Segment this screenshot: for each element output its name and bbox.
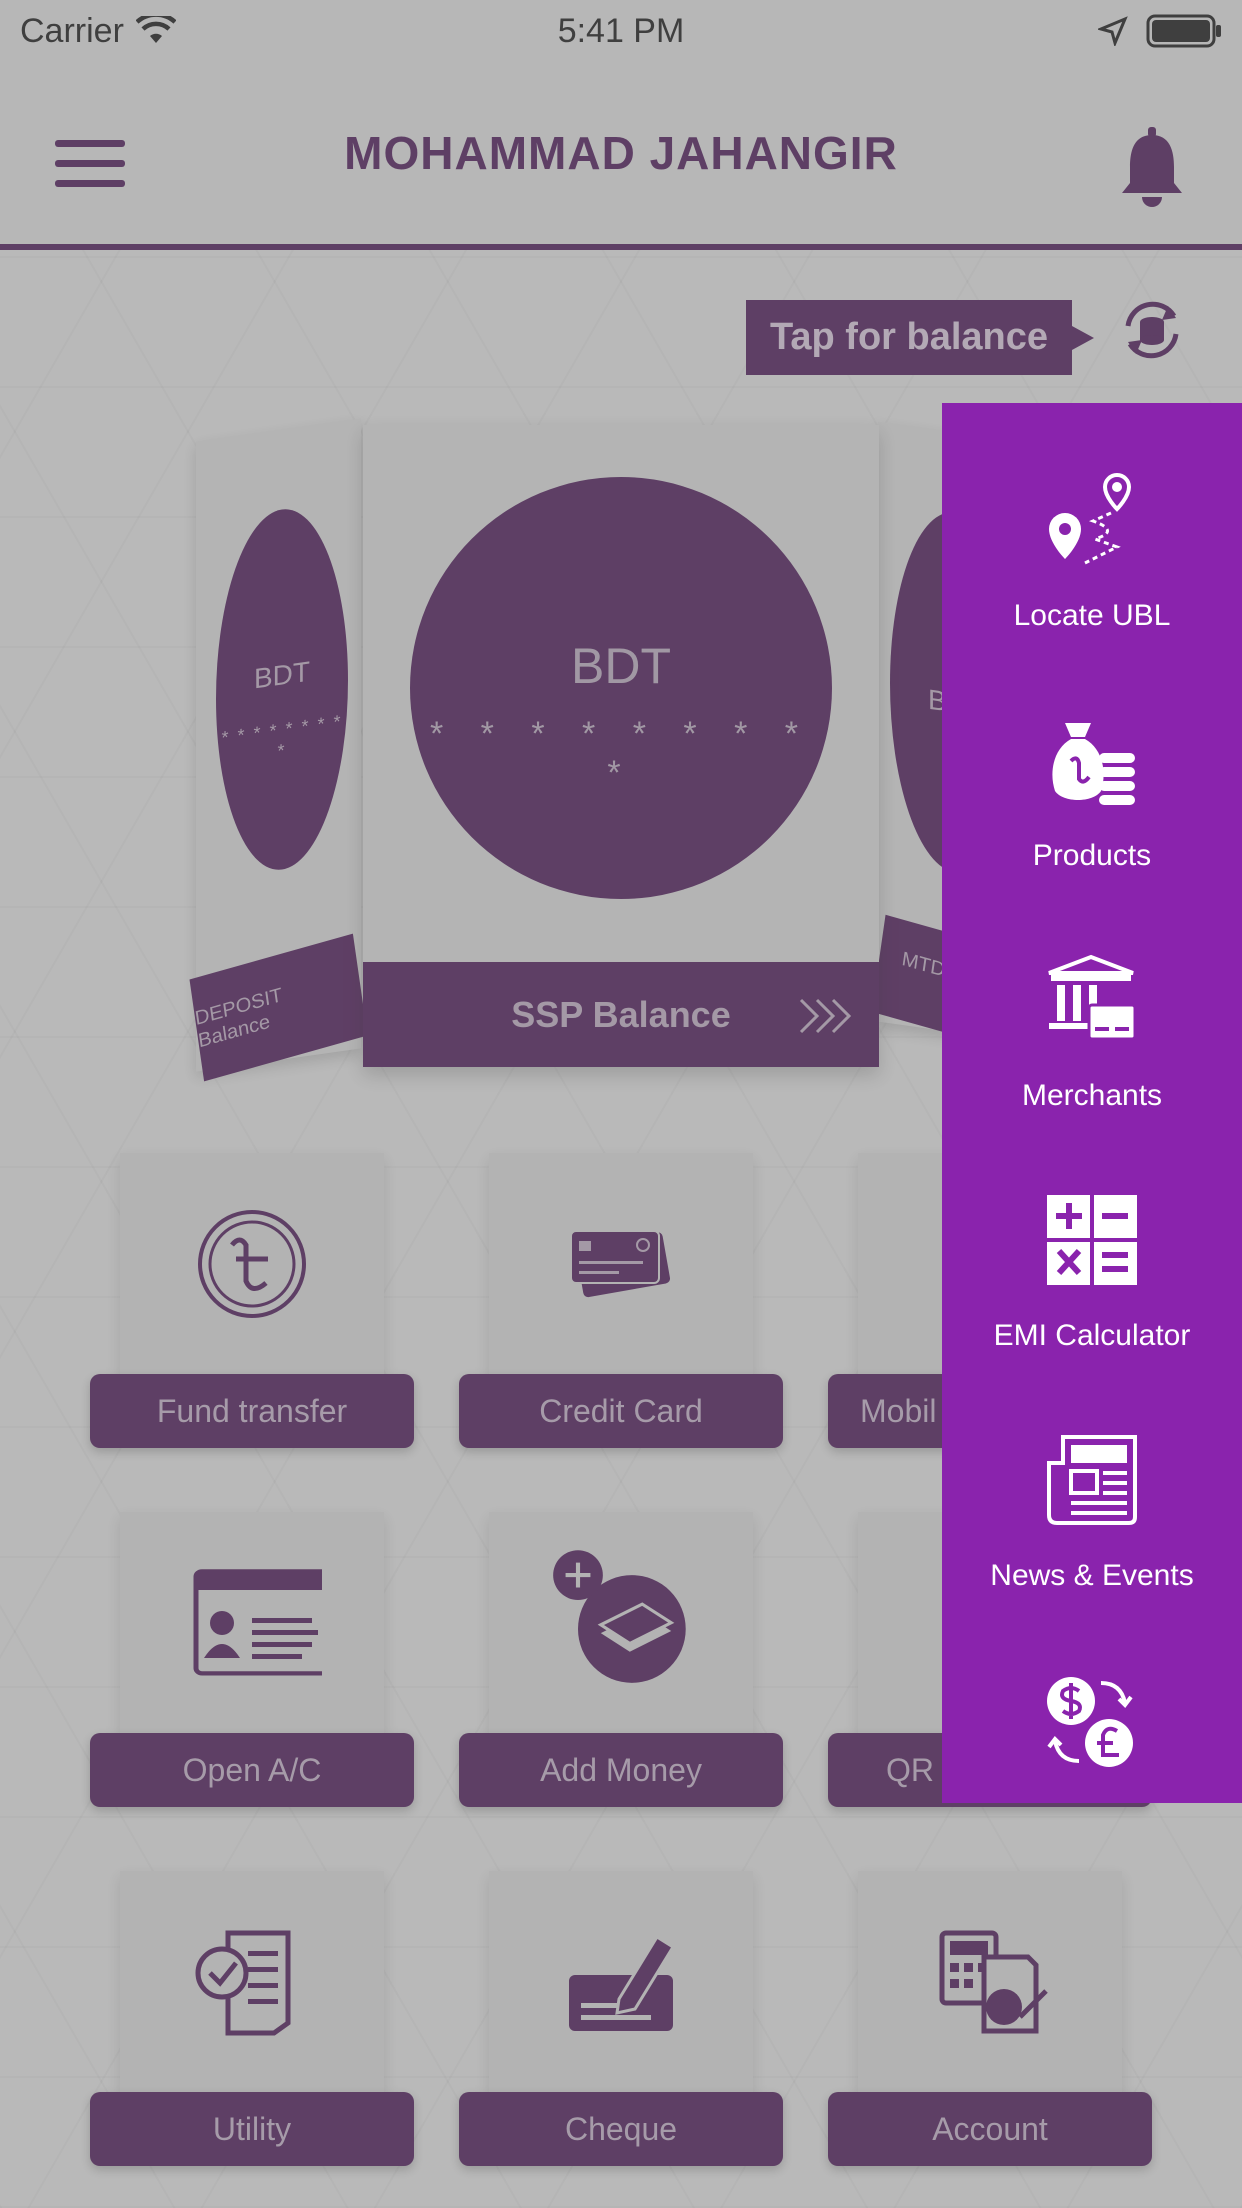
cheque-icon	[569, 1934, 676, 2031]
tile-label-text: Mobil	[860, 1392, 937, 1429]
tile-label-text: Credit Card	[539, 1392, 703, 1429]
ssp-balance-card[interactable]: BDT * * * * * * * * * SSP Balance	[363, 425, 879, 1067]
side-item-merchants[interactable]: Merchants	[942, 953, 1242, 1193]
tile-label-text: Fund transfer	[156, 1392, 348, 1429]
card-label: DEPOSIT Balance	[193, 983, 284, 1052]
side-item-locate-ubl[interactable]: Locate UBL	[942, 473, 1242, 713]
tile-label-text: Open A/C	[182, 1751, 322, 1788]
money-bag-icon	[1052, 723, 1135, 805]
tile-label-add-money[interactable]: Add Money	[459, 1733, 783, 1807]
user-name: MOHAMMAD JAHANGIR	[344, 127, 898, 179]
notification-bell-icon[interactable]	[1120, 127, 1184, 209]
newspaper-icon	[1047, 1435, 1137, 1525]
menu-line-icon	[55, 140, 125, 147]
credit-card-icon	[570, 1230, 671, 1298]
side-item-news-events[interactable]: News & Events	[942, 1433, 1242, 1673]
chevrons-right-icon	[799, 998, 852, 1034]
side-item-currency-exchange[interactable]	[942, 1673, 1242, 1803]
card-masked-amount: * * * * * * * * *	[430, 715, 812, 792]
card-currency: BDT	[571, 638, 671, 694]
menu-line-icon	[55, 160, 125, 167]
calculator-icon	[1047, 1195, 1137, 1285]
side-item-emi-calculator[interactable]: EMI Calculator	[942, 1193, 1242, 1433]
tile-fund-transfer[interactable]	[120, 1153, 384, 1383]
tile-cheque[interactable]	[489, 1871, 753, 2101]
tile-label-utility[interactable]: Utility	[90, 2092, 414, 2166]
side-item-label: Products	[1032, 839, 1152, 872]
tile-label-credit-card[interactable]: Credit Card	[459, 1374, 783, 1448]
side-menu: Locate UBL Products Merchants EMI Calcul…	[942, 403, 1242, 1803]
clock: 5:41 PM	[557, 11, 685, 50]
status-bar: Carrier 5:41 PM	[0, 0, 1242, 62]
tile-label-open-account[interactable]: Open A/C	[90, 1733, 414, 1807]
location-route-icon	[1049, 473, 1132, 565]
tile-label-text: Utility	[212, 2110, 292, 2147]
tile-add-money[interactable]	[489, 1512, 753, 1742]
side-item-label: News & Events	[990, 1559, 1194, 1592]
tile-label-text: QR	[886, 1751, 934, 1788]
tap-for-balance-button[interactable]: Tap for balance	[746, 300, 1095, 375]
menu-line-icon	[55, 180, 125, 187]
tile-label-fund-transfer[interactable]: Fund transfer	[90, 1374, 414, 1448]
balance-circle: BDT * * * * * * * * *	[216, 500, 348, 879]
tile-label-text: Add Money	[540, 1751, 702, 1788]
tile-label-text: Account	[932, 2110, 1048, 2147]
deposit-balance-card[interactable]: BDT * * * * * * * * * DEPOSIT Balance	[189, 418, 368, 1082]
card-masked-amount: * * * * * * * * *	[221, 711, 343, 762]
tile-credit-card[interactable]	[489, 1153, 753, 1383]
tile-account[interactable]	[858, 1871, 1122, 2101]
card-label: SSP Balance	[511, 993, 731, 1035]
hamburger-menu-button[interactable]	[55, 140, 125, 190]
card-footer: SSP Balance	[363, 962, 879, 1067]
taka-coin-icon	[198, 1210, 306, 1318]
tap-for-balance-label: Tap for balance	[770, 316, 1049, 358]
card-currency: BDT	[254, 655, 310, 695]
tile-open-account[interactable]	[120, 1512, 384, 1742]
add-money-icon	[553, 1550, 686, 1683]
balance-circle: BDT * * * * * * * * *	[410, 477, 832, 899]
utility-bill-icon	[195, 1930, 291, 2036]
bank-building-icon	[1048, 954, 1137, 1041]
side-item-label: Merchants	[1021, 1079, 1163, 1112]
side-item-label: EMI Calculator	[993, 1319, 1191, 1352]
tile-label-cheque[interactable]: Cheque	[459, 2092, 783, 2166]
id-card-icon	[193, 1569, 322, 1676]
tile-label-text: Cheque	[564, 2110, 678, 2147]
refresh-balance-icon[interactable]	[1118, 296, 1186, 364]
currency-exchange-icon	[1047, 1677, 1133, 1767]
side-item-products[interactable]: Products	[942, 713, 1242, 953]
side-item-label: Locate UBL	[1013, 599, 1171, 632]
tile-label-account[interactable]: Account	[828, 2092, 1152, 2166]
tile-utility[interactable]	[120, 1871, 384, 2101]
app-header: MOHAMMAD JAHANGIR	[0, 62, 1242, 250]
account-statement-icon	[939, 1930, 1048, 2034]
